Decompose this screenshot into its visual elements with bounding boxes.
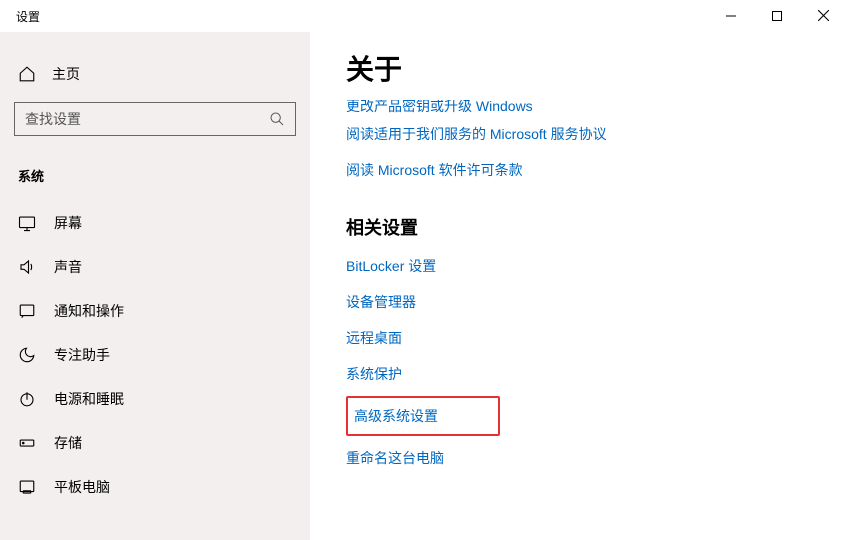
power-icon [18, 390, 36, 408]
page-title: 关于 [346, 48, 846, 88]
minimize-icon [726, 9, 736, 24]
search-input[interactable] [25, 111, 269, 127]
search-box[interactable] [14, 102, 296, 136]
link-advanced-system-settings[interactable]: 高级系统设置 [354, 408, 438, 424]
nav-label: 屏幕 [54, 213, 82, 233]
nav-label: 平板电脑 [54, 477, 110, 497]
related-settings-title: 相关设置 [346, 214, 846, 240]
nav-item-display[interactable]: 屏幕 [0, 201, 310, 245]
highlight-box: 高级系统设置 [346, 396, 500, 436]
link-ms-license[interactable]: 阅读 Microsoft 软件许可条款 [346, 152, 523, 188]
search-icon [269, 111, 285, 127]
nav-item-sound[interactable]: 声音 [0, 245, 310, 289]
nav-label: 声音 [54, 257, 82, 277]
link-rename-pc[interactable]: 重命名这台电脑 [346, 440, 444, 476]
storage-icon [18, 434, 36, 452]
close-button[interactable] [800, 0, 846, 32]
tablet-icon [18, 478, 36, 496]
maximize-icon [772, 9, 782, 24]
nav-label: 专注助手 [54, 345, 110, 365]
link-ms-services[interactable]: 阅读适用于我们服务的 Microsoft 服务协议 [346, 116, 607, 152]
link-bitlocker[interactable]: BitLocker 设置 [346, 248, 436, 284]
home-label: 主页 [52, 64, 80, 84]
nav-item-storage[interactable]: 存储 [0, 421, 310, 465]
sound-icon [18, 258, 36, 276]
notification-icon [18, 302, 36, 320]
maximize-button[interactable] [754, 0, 800, 32]
link-system-protection[interactable]: 系统保护 [346, 356, 402, 392]
moon-icon [18, 346, 36, 364]
nav-label: 存储 [54, 433, 82, 453]
link-product-key[interactable]: 更改产品密钥或升级 Windows [346, 100, 846, 116]
nav-item-focus[interactable]: 专注助手 [0, 333, 310, 377]
close-icon [818, 9, 829, 24]
link-device-manager[interactable]: 设备管理器 [346, 284, 416, 320]
nav-label: 通知和操作 [54, 301, 124, 321]
nav-item-power[interactable]: 电源和睡眠 [0, 377, 310, 421]
home-icon [18, 65, 36, 83]
nav-label: 电源和睡眠 [54, 389, 124, 409]
link-remote-desktop[interactable]: 远程桌面 [346, 320, 402, 356]
nav-item-notifications[interactable]: 通知和操作 [0, 289, 310, 333]
nav-item-tablet[interactable]: 平板电脑 [0, 465, 310, 509]
home-nav[interactable]: 主页 [0, 32, 310, 102]
window-title: 设置 [0, 0, 708, 25]
display-icon [18, 214, 36, 232]
minimize-button[interactable] [708, 0, 754, 32]
category-label: 系统 [0, 154, 310, 201]
